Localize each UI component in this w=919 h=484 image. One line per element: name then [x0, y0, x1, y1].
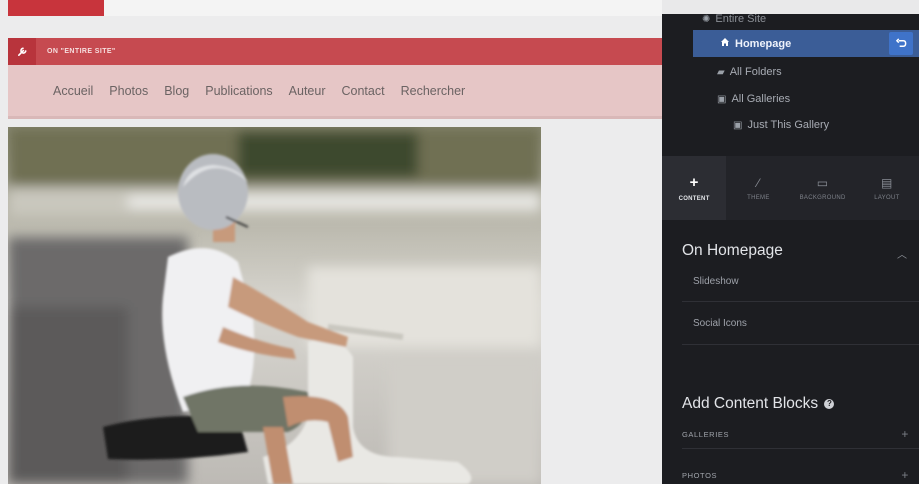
divider: [682, 301, 919, 302]
customize-panel: ✺ Entire Site Homepage ▰ All Folders ▣ A…: [662, 14, 919, 484]
nav-link-photos[interactable]: Photos: [109, 84, 148, 98]
tab-label: THEME: [747, 194, 770, 201]
content-block-slideshow[interactable]: Slideshow: [693, 276, 739, 287]
tab-label: LAYOUT: [874, 194, 900, 201]
tree-item-label: All Galleries: [731, 93, 791, 105]
site-logo[interactable]: [8, 0, 104, 16]
category-label: GALLERIES: [682, 429, 730, 439]
tree-item-label: Entire Site: [715, 14, 767, 25]
on-homepage-title: On Homepage: [682, 242, 783, 259]
plus-icon: +: [901, 468, 909, 482]
content-block-social-icons[interactable]: Social Icons: [693, 318, 747, 329]
gallery-icon: ▣: [733, 119, 743, 131]
gallery-icon: ▣: [717, 93, 727, 105]
tree-item-homepage[interactable]: Homepage: [693, 30, 919, 57]
tree-item-just-this-gallery[interactable]: ▣ Just This Gallery: [662, 112, 919, 138]
background-icon: ▭: [816, 175, 829, 190]
plus-icon: +: [689, 174, 699, 191]
chevron-up-icon[interactable]: ︿: [897, 246, 907, 261]
tree-item-all-folders[interactable]: ▰ All Folders: [662, 59, 919, 85]
add-content-blocks-title: Add Content Blocks ?: [682, 395, 835, 413]
add-content-blocks-label: Add Content Blocks: [682, 395, 819, 412]
tree-item-label: Just This Gallery: [747, 119, 830, 131]
brush-icon: ⁄: [757, 175, 760, 190]
tab-label: BACKGROUND: [799, 194, 846, 201]
tree-item-all-galleries[interactable]: ▣ All Galleries: [662, 86, 919, 112]
nav-link-blog[interactable]: Blog: [164, 84, 189, 98]
wrench-icon: [8, 38, 36, 65]
panel-tabs: + CONTENT ⁄ THEME ▭ BACKGROUND ▤ LAYOUT: [662, 156, 919, 220]
banner-label: ON "ENTIRE SITE": [47, 48, 116, 55]
home-icon: [720, 37, 730, 50]
site-header-strip: [104, 0, 662, 16]
nav-link-publications[interactable]: Publications: [205, 84, 272, 98]
info-icon[interactable]: ?: [824, 399, 835, 409]
divider: [682, 448, 919, 449]
category-photos[interactable]: PHOTOS +: [682, 463, 919, 484]
category-galleries[interactable]: GALLERIES +: [682, 422, 919, 446]
slideshow-photo[interactable]: [8, 127, 541, 484]
nav-link-accueil[interactable]: Accueil: [53, 84, 93, 98]
nav-link-contact[interactable]: Contact: [342, 84, 385, 98]
layout-icon: ▤: [881, 175, 893, 190]
plus-icon: +: [901, 427, 909, 441]
site-navigation: Accueil Photos Blog Publications Auteur …: [8, 65, 662, 117]
undo-icon[interactable]: [889, 32, 913, 55]
divider: [682, 344, 919, 345]
navbar-divider: [8, 116, 662, 119]
tab-background[interactable]: ▭ BACKGROUND: [791, 156, 855, 220]
nav-link-rechercher[interactable]: Rechercher: [401, 84, 466, 98]
entire-site-banner[interactable]: ON "ENTIRE SITE": [8, 38, 662, 65]
tab-label: CONTENT: [678, 196, 710, 202]
tree-item-label: Homepage: [735, 37, 792, 50]
folder-icon: ▰: [717, 66, 725, 78]
globe-icon: ✺: [702, 14, 711, 25]
tree-item-label: All Folders: [729, 66, 782, 78]
tab-layout[interactable]: ▤ LAYOUT: [855, 156, 919, 220]
site-preview: ON "ENTIRE SITE" Accueil Photos Blog Pub…: [0, 0, 662, 484]
category-label: PHOTOS: [682, 470, 718, 480]
nav-link-auteur[interactable]: Auteur: [289, 84, 326, 98]
tab-content[interactable]: + CONTENT: [662, 156, 727, 220]
tab-theme[interactable]: ⁄ THEME: [726, 156, 790, 220]
